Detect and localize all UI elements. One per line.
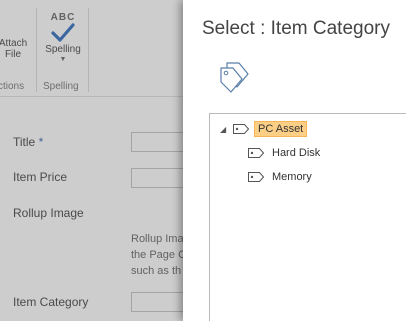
tag-icon — [233, 124, 249, 134]
tags-icon — [220, 62, 249, 93]
expand-collapse-icon[interactable]: ◢ — [220, 125, 230, 134]
page: Attach File ABC Spelling ▼ ctions Spelli… — [0, 0, 406, 321]
tree-node-memory[interactable]: Memory — [248, 169, 315, 185]
tree-node-label[interactable]: PC Asset — [254, 121, 308, 137]
tree-node-label[interactable]: Memory — [269, 170, 315, 184]
tree-node-pc-asset[interactable]: ◢ PC Asset — [220, 121, 308, 137]
dialog-title: Select : Item Category — [202, 18, 390, 39]
tag-icon — [248, 172, 264, 182]
category-tree: ◢ PC Asset Hard Disk Memory — [209, 113, 406, 321]
tree-node-hard-disk[interactable]: Hard Disk — [248, 145, 323, 161]
select-item-category-dialog: Select : Item Category ◢ PC Asset Hard D… — [183, 0, 406, 321]
tree-node-label[interactable]: Hard Disk — [269, 146, 323, 160]
tag-icon — [248, 148, 264, 158]
